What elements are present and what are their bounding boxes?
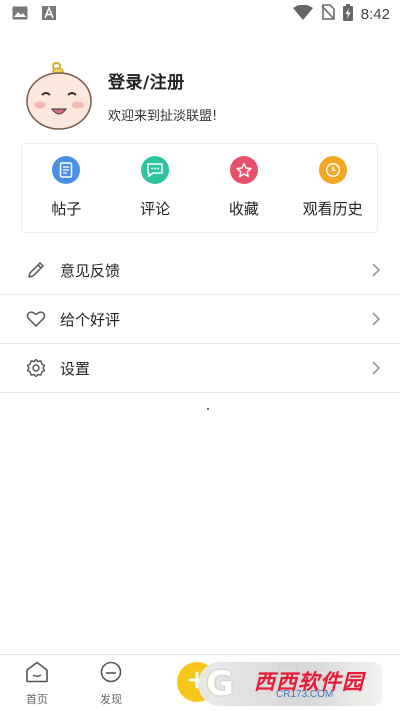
quick-action-label: 评论	[140, 200, 171, 218]
text-a-icon	[42, 5, 56, 24]
quick-action-label: 观看历史	[302, 200, 363, 218]
quick-action-label: 帖子	[51, 200, 82, 218]
login-register-link[interactable]: 登录/注册	[108, 68, 217, 93]
quick-action-favorites[interactable]: 收藏	[200, 144, 289, 232]
welcome-text: 欢迎来到扯淡联盟!	[108, 109, 218, 124]
nav-label-home: 首页	[26, 693, 48, 706]
watermark-banner: G 西西软件园 CR173.COM	[198, 662, 382, 706]
menu-item-rate[interactable]: 给个好评	[0, 295, 400, 344]
avatar[interactable]	[24, 61, 94, 131]
watermark-subtext: CR173.COM	[276, 689, 334, 700]
quick-action-history[interactable]: 观看历史	[288, 144, 377, 232]
profile-header[interactable]: 登录/注册 欢迎来到扯淡联盟!	[24, 60, 384, 132]
nav-item-home[interactable]: 首页	[12, 661, 62, 707]
menu-item-label: 给个好评	[60, 310, 121, 329]
image-icon	[12, 5, 28, 24]
wifi-icon	[292, 4, 313, 24]
status-bar: 8:42	[0, 0, 400, 28]
discover-icon	[99, 661, 123, 687]
chevron-right-icon	[370, 360, 382, 376]
pencil-icon	[25, 259, 47, 281]
quick-action-posts[interactable]: 帖子	[22, 144, 111, 232]
quick-action-comments[interactable]: 评论	[111, 144, 200, 232]
battery-charging-icon	[342, 3, 353, 25]
chevron-right-icon	[370, 311, 382, 327]
star-icon	[229, 156, 258, 184]
quick-actions-card: 帖子 评论 收藏 观看历史	[21, 143, 378, 233]
gear-icon	[25, 357, 47, 379]
status-time: 8:42	[360, 5, 390, 23]
chevron-right-icon	[370, 262, 382, 278]
settings-menu: 意见反馈 给个好评 设置	[0, 246, 400, 393]
quick-action-label: 收藏	[228, 200, 259, 218]
no-sim-icon	[321, 4, 335, 24]
watermark-logo: G	[206, 664, 234, 704]
menu-item-label: 设置	[60, 359, 91, 378]
chat-bubble-icon	[141, 156, 170, 184]
nav-item-discover[interactable]: 发现	[86, 661, 136, 707]
menu-item-feedback[interactable]: 意见反馈	[0, 246, 400, 295]
stray-dot	[207, 408, 209, 410]
menu-item-settings[interactable]: 设置	[0, 344, 400, 393]
heart-icon	[25, 308, 47, 330]
nav-label-discover: 发现	[100, 693, 122, 706]
clock-icon	[318, 156, 347, 184]
document-icon	[52, 156, 81, 184]
menu-item-label: 意见反馈	[60, 261, 121, 280]
home-icon	[25, 661, 49, 687]
